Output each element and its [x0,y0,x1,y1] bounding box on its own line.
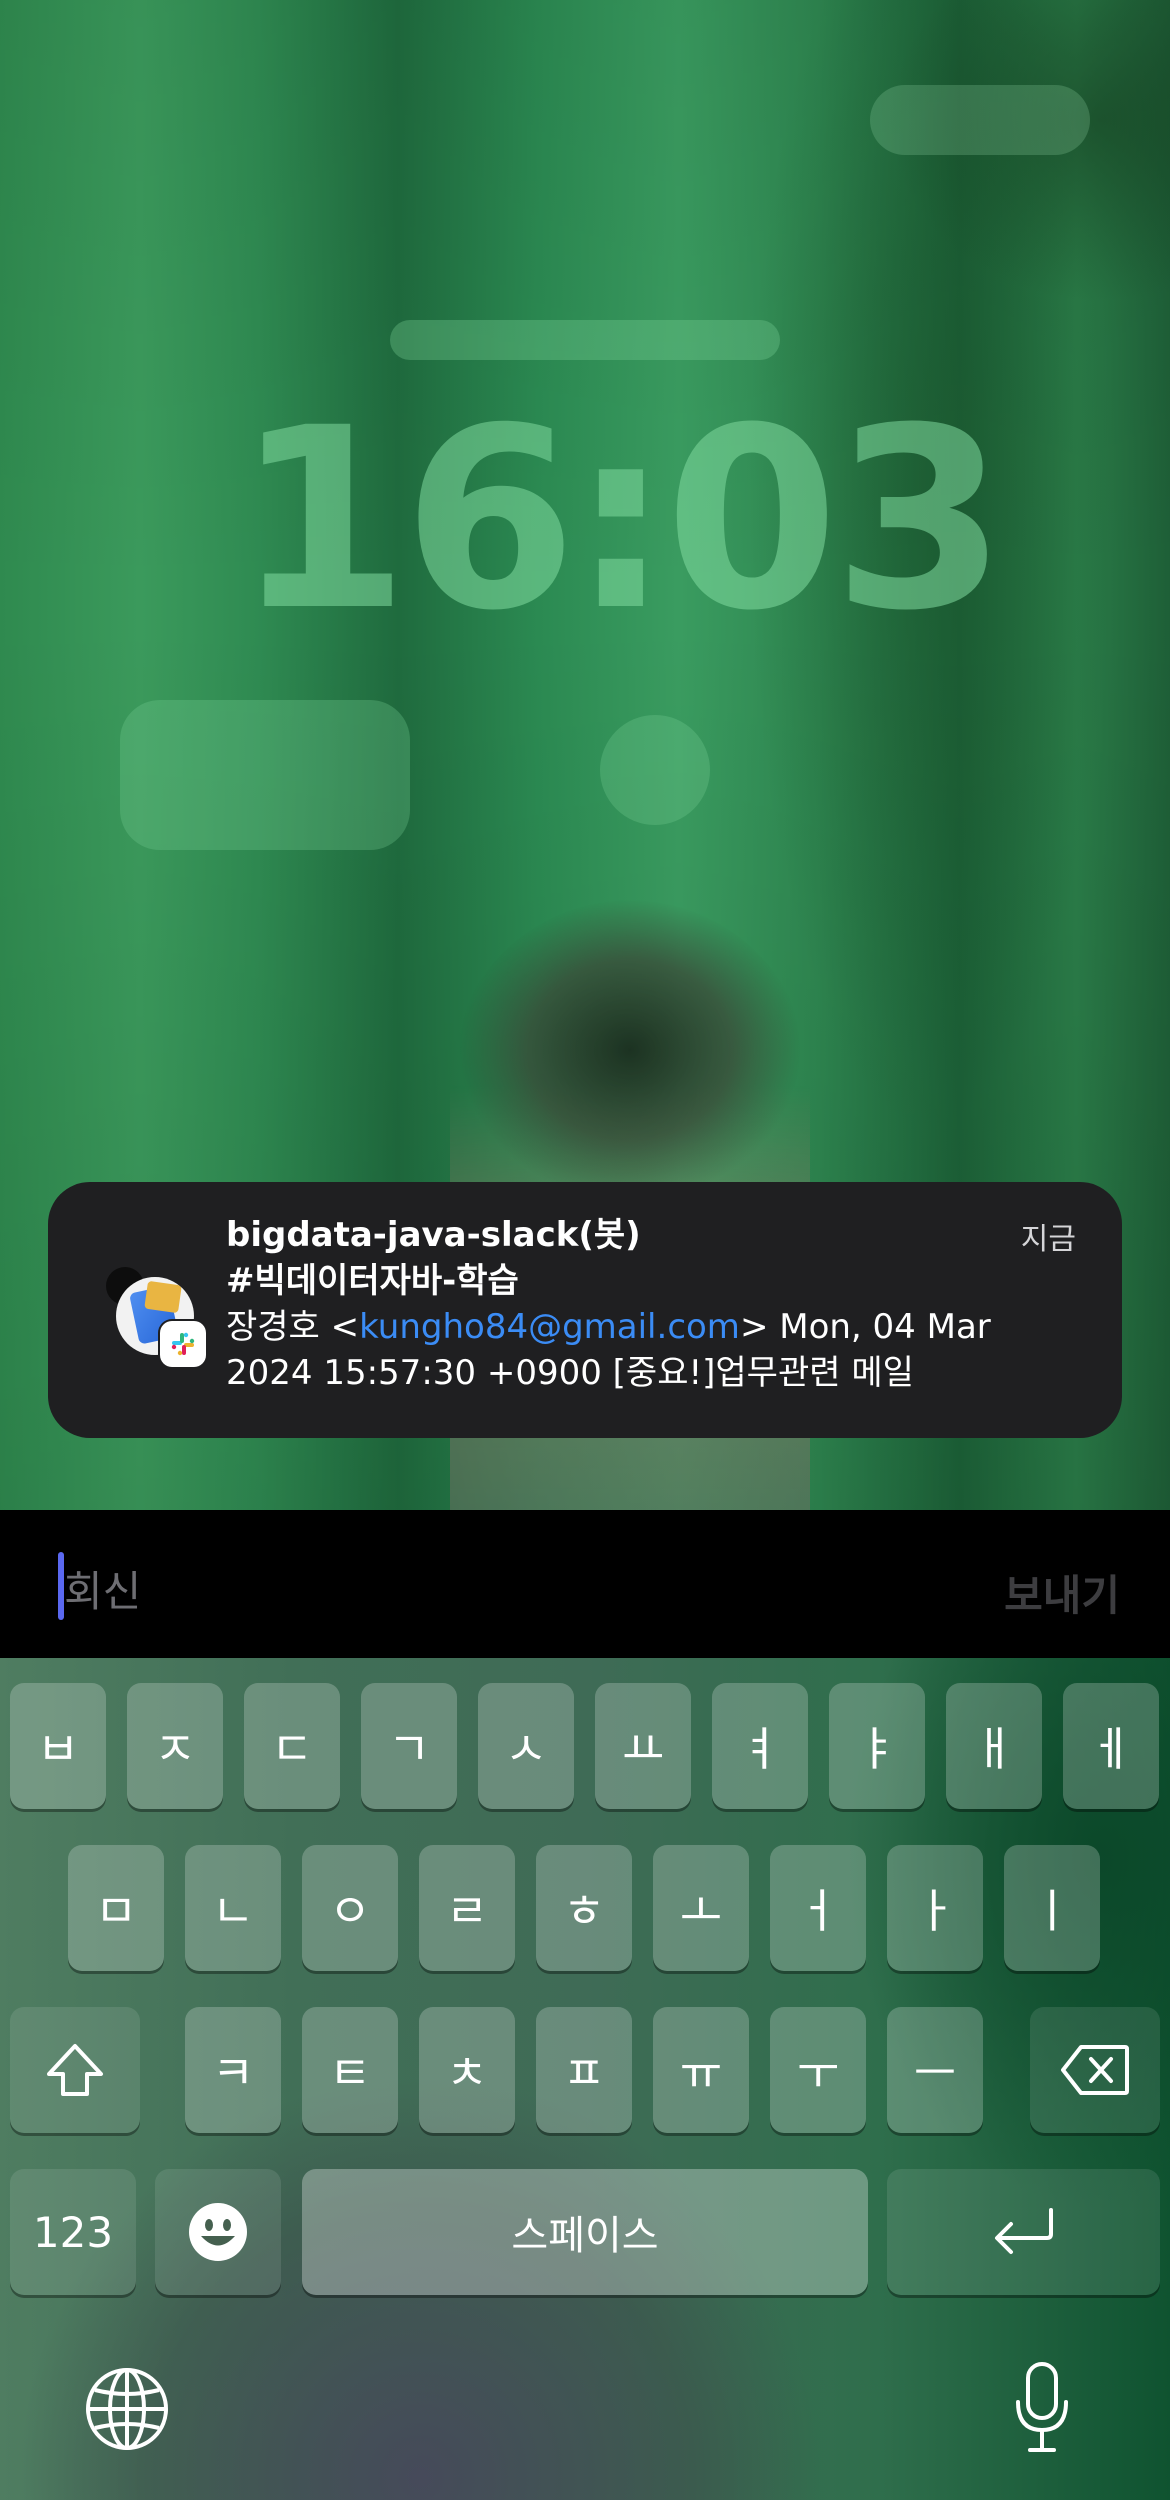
notification-channel: #빅데이터자바-학습 [226,1261,519,1301]
notification-body-line2: 2024 15:57:30 +0900 [중요!]업무관련 메일 [226,1353,914,1393]
reply-bar: 회신 보내기 [0,1510,1170,1658]
microphone-icon [1016,2362,1068,2452]
blurred-widget [600,715,710,825]
key-ch[interactable]: ㅊ [419,2007,515,2133]
key-i[interactable]: ㅣ [1004,1845,1100,1971]
notification-time: 지금 [1020,1222,1076,1257]
korean-keyboard: ㅂ ㅈ ㄷ ㄱ ㅅ ㅛ ㅕ ㅑ ㅐ ㅔ ㅁ ㄴ ㅇ ㄹ ㅎ ㅗ ㅓ ㅏ ㅣ ㅋ … [0,1658,1170,2500]
key-n[interactable]: ㄴ [185,1845,281,1971]
dictation-button[interactable] [1012,2360,1072,2456]
key-yu[interactable]: ㅠ [653,2007,749,2133]
notification-avatar [106,1267,216,1377]
send-button[interactable]: 보내기 [1004,1562,1120,1623]
key-d[interactable]: ㄷ [244,1683,340,1809]
emoji-icon [189,2203,247,2261]
key-yeo[interactable]: ㅕ [712,1683,808,1809]
key-g[interactable]: ㄱ [361,1683,457,1809]
shift-icon [47,2044,103,2096]
notification-sender: bigdata-java-slack(봇) [226,1215,641,1255]
delete-key[interactable] [1030,2007,1160,2133]
email-link[interactable]: kungho84@gmail.com [359,1307,740,1347]
key-u[interactable]: ㅜ [770,2007,866,2133]
key-ng[interactable]: ㅇ [302,1845,398,1971]
key-s[interactable]: ㅅ [478,1683,574,1809]
key-b[interactable]: ㅂ [10,1683,106,1809]
body-sender: 장경호 < [226,1307,360,1347]
key-m[interactable]: ㅁ [68,1845,164,1971]
key-ae[interactable]: ㅐ [946,1683,1042,1809]
slack-icon [160,1321,206,1367]
notification-title: bigdata-java-slack(봇) #빅데이터자바-학습 [226,1212,926,1304]
notification-body-line1: 장경호 <kungho84@gmail.com> Mon, 04 Mar [226,1304,1106,1350]
blurred-widget [120,700,410,850]
book-image [144,1280,182,1314]
key-yo[interactable]: ㅛ [595,1683,691,1809]
key-p[interactable]: ㅍ [536,2007,632,2133]
notification-card[interactable]: bigdata-java-slack(봇) #빅데이터자바-학습 지금 장경호 … [48,1182,1122,1438]
globe-icon [86,2368,168,2450]
key-r[interactable]: ㄹ [419,1845,515,1971]
key-o[interactable]: ㅗ [653,1845,749,1971]
key-e[interactable]: ㅔ [1063,1683,1159,1809]
key-eu[interactable]: ㅡ [887,2007,983,2133]
return-key[interactable] [887,2169,1160,2295]
notification-body: 장경호 <kungho84@gmail.com> Mon, 04 Mar 202… [226,1304,1106,1396]
blurred-widget [870,85,1090,155]
key-ya[interactable]: ㅑ [829,1683,925,1809]
blurred-date [390,320,780,360]
key-t[interactable]: ㅌ [302,2007,398,2133]
key-eo[interactable]: ㅓ [770,1845,866,1971]
key-a[interactable]: ㅏ [887,1845,983,1971]
key-k[interactable]: ㅋ [185,2007,281,2133]
reply-input[interactable]: 회신 [64,1558,141,1619]
numbers-key[interactable]: 123 [10,2169,136,2295]
delete-icon [1061,2045,1129,2095]
return-icon [994,2208,1053,2254]
blurred-clock: 16:03 [235,374,1007,665]
emoji-key[interactable] [155,2169,281,2295]
key-h[interactable]: ㅎ [536,1845,632,1971]
body-date: > Mon, 04 Mar [739,1307,991,1347]
key-j[interactable]: ㅈ [127,1683,223,1809]
globe-button[interactable] [84,2366,170,2452]
space-key[interactable]: 스페이스 [302,2169,868,2295]
shift-key[interactable] [10,2007,140,2133]
